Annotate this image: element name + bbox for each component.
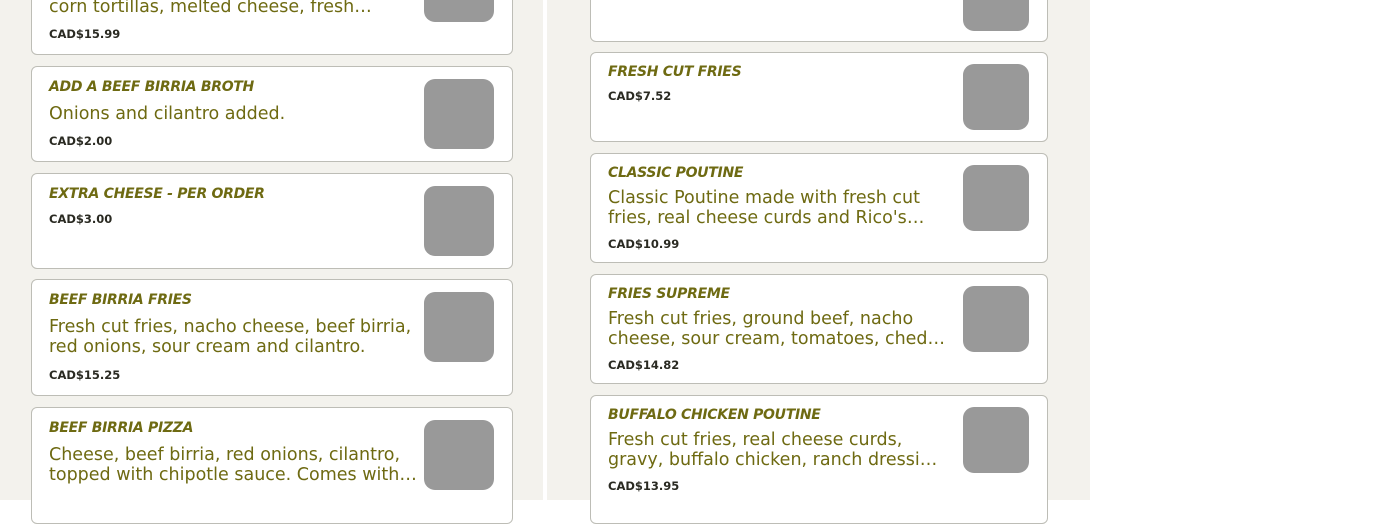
- menu-item-title: Buffalo Chicken Poutine: [608, 407, 821, 423]
- menu-item-image: [963, 0, 1029, 31]
- menu-item-image: [424, 0, 494, 22]
- menu-item-description: Fresh cut fries, nacho cheese, beef birr…: [49, 318, 412, 357]
- menu-item-card[interactable]: Beef Birria Pizza Cheese, beef birria, r…: [31, 407, 513, 524]
- menu-item-description: Classic Poutine made with fresh cut frie…: [608, 189, 920, 228]
- menu-item-card[interactable]: Fries Supreme Fresh cut fries, ground be…: [590, 274, 1048, 384]
- menu-item-title: Beef Birria Pizza: [49, 420, 194, 436]
- menu-item-title: Fries Supreme: [608, 286, 730, 302]
- menu-item-image: [424, 79, 494, 149]
- menu-item-description: Onions and cilantro added.: [49, 105, 286, 124]
- menu-item-price: CAD$14.82: [608, 358, 680, 372]
- menu-item-image: [424, 420, 494, 490]
- menu-item-title: Fresh Cut Fries: [608, 64, 742, 80]
- menu-item-card[interactable]: Classic Poutine Classic Poutine made wit…: [590, 153, 1048, 263]
- menu-item-description: Cheese, beef birria, red onions, cilantr…: [49, 446, 401, 485]
- menu-item-price: CAD$7.52: [608, 89, 672, 103]
- menu-item-card[interactable]: Add a Beef Birria Broth Onions and cilan…: [31, 66, 513, 162]
- menu-item-title: Add a Beef Birria Broth: [49, 79, 254, 95]
- menu-item-card[interactable]: Fresh Cut Fries CAD$7.52: [590, 52, 1048, 142]
- menu-item-price: CAD$2.00: [49, 134, 113, 148]
- menu-item-description: Fresh cut fries, ground beef, nacho chee…: [608, 310, 946, 349]
- menu-item-card[interactable]: Buffalo Chicken Poutine Fresh cut fries,…: [590, 395, 1048, 524]
- menu-item-card[interactable]: Extra Cheese - Per Order CAD$3.00: [31, 173, 513, 269]
- menu-item-description: corn tortillas, melted cheese, fresh cil…: [49, 0, 355, 18]
- menu-item-image: [963, 165, 1029, 231]
- menu-item-card[interactable]: Beef Birria Fries Fresh cut fries, nacho…: [31, 279, 513, 396]
- menu-item-price: CAD$10.99: [608, 237, 680, 251]
- menu-item-title: Extra Cheese - Per Order: [49, 186, 265, 202]
- menu-item-price: CAD$15.25: [49, 368, 121, 382]
- menu-item-image: [963, 286, 1029, 352]
- menu-item-price: CAD$13.95: [608, 479, 680, 493]
- menu-item-price: CAD$15.99: [49, 27, 121, 41]
- menu-item-card[interactable]: [590, 0, 1048, 42]
- menu-item-image: [963, 64, 1029, 130]
- menu-item-card[interactable]: corn tortillas, melted cheese, fresh cil…: [31, 0, 513, 55]
- menu-item-image: [963, 407, 1029, 473]
- menu-item-title: Classic Poutine: [608, 165, 744, 181]
- menu-item-title: Beef Birria Fries: [49, 292, 192, 308]
- menu-item-image: [424, 292, 494, 362]
- menu-item-description: Fresh cut fries, real cheese curds, grav…: [608, 431, 942, 470]
- menu-item-price: CAD$3.00: [49, 212, 113, 226]
- menu-item-image: [424, 186, 494, 256]
